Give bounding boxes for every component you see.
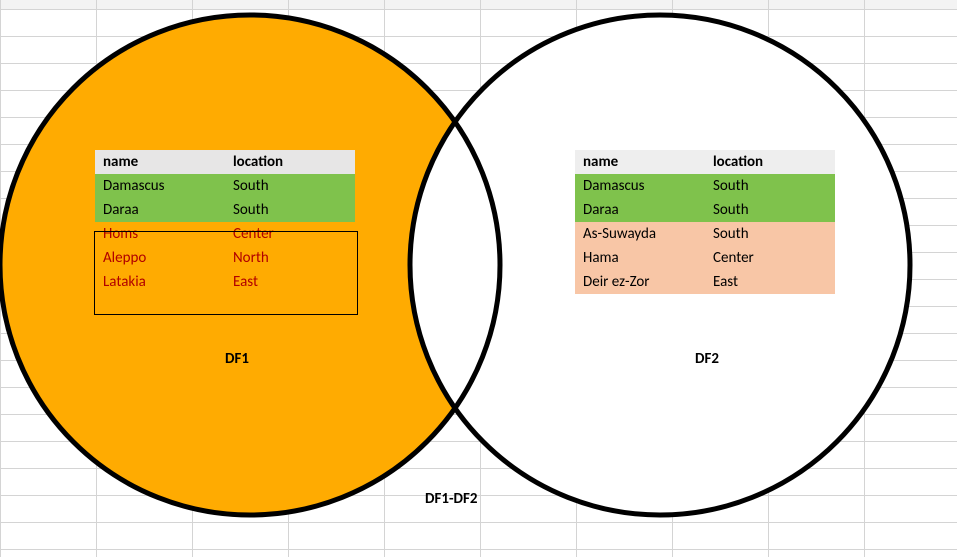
- df1-header-name: name: [95, 150, 225, 174]
- df2-cell-name: Daraa: [575, 198, 705, 222]
- df1-cell-location: Center: [225, 222, 355, 246]
- df2-cell-location: East: [705, 270, 835, 294]
- df2-cell-location: South: [705, 174, 835, 198]
- df1-header-row: name location: [95, 150, 355, 174]
- df1-table: name location DamascusSouthDaraaSouthHom…: [95, 150, 355, 294]
- df1-cell-name: Aleppo: [95, 246, 225, 270]
- df1-header-location: location: [225, 150, 355, 174]
- df2-cell-location: South: [705, 198, 835, 222]
- df2-header-row: name location: [575, 150, 835, 174]
- df2-table: name location DamascusSouthDaraaSouthAs-…: [575, 150, 835, 294]
- df2-header-name: name: [575, 150, 705, 174]
- sheet-top-strip: [0, 0, 957, 10]
- df1-row: DaraaSouth: [95, 198, 355, 222]
- df1-cell-name: Homs: [95, 222, 225, 246]
- df1-cell-name: Damascus: [95, 174, 225, 198]
- df1-row: AleppoNorth: [95, 246, 355, 270]
- df1-cell-name: Latakia: [95, 270, 225, 294]
- df2-cell-name: Damascus: [575, 174, 705, 198]
- spreadsheet-canvas: name location DamascusSouthDaraaSouthHom…: [0, 0, 957, 557]
- df1-cell-name: Daraa: [95, 198, 225, 222]
- diff-label: DF1-DF2: [425, 490, 477, 508]
- df1-cell-location: South: [225, 198, 355, 222]
- df1-label: DF1: [225, 350, 249, 368]
- df1-row: HomsCenter: [95, 222, 355, 246]
- df2-cell-location: South: [705, 222, 835, 246]
- df2-row: As-SuwaydaSouth: [575, 222, 835, 246]
- df2-header-location: location: [705, 150, 835, 174]
- df2-row: HamaCenter: [575, 246, 835, 270]
- df2-cell-location: Center: [705, 246, 835, 270]
- df2-cell-name: Deir ez-Zor: [575, 270, 705, 294]
- df2-row: DamascusSouth: [575, 174, 835, 198]
- df1-row: DamascusSouth: [95, 174, 355, 198]
- df1-cell-location: South: [225, 174, 355, 198]
- df2-row: Deir ez-ZorEast: [575, 270, 835, 294]
- df1-cell-location: East: [225, 270, 355, 294]
- df2-label: DF2: [695, 350, 719, 368]
- df2-cell-name: Hama: [575, 246, 705, 270]
- df1-row: LatakiaEast: [95, 270, 355, 294]
- df2-row: DaraaSouth: [575, 198, 835, 222]
- df1-cell-location: North: [225, 246, 355, 270]
- df2-cell-name: As-Suwayda: [575, 222, 705, 246]
